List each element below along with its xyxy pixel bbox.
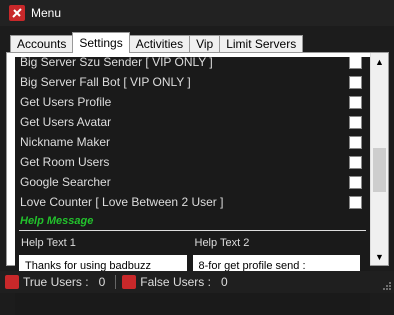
setting-label: Love Counter [ Love Between 2 User ] — [20, 195, 224, 209]
list-item: Nickname Maker — [15, 132, 370, 152]
resize-grip-icon[interactable] — [382, 281, 392, 291]
tab-vip[interactable]: Vip — [189, 35, 221, 53]
scroll-up-arrow-icon[interactable]: ▲ — [371, 53, 388, 70]
setting-checkbox[interactable] — [349, 95, 362, 109]
help-text-1-label: Help Text 1 — [21, 237, 76, 249]
tab-settings[interactable]: Settings — [72, 32, 130, 53]
setting-label: Big Server Szu Sender [ VIP ONLY ] — [20, 57, 213, 69]
tab-limit-servers[interactable]: Limit Servers — [219, 35, 304, 53]
true-users-status: True Users : 0 — [0, 275, 105, 289]
tools-icon — [9, 5, 25, 21]
false-users-icon — [122, 275, 137, 289]
setting-checkbox[interactable] — [349, 75, 362, 89]
help-text-2-label: Help Text 2 — [194, 237, 250, 249]
help-message-heading: Help Message — [20, 215, 94, 227]
setting-checkbox[interactable] — [349, 175, 362, 189]
setting-label: Get Users Profile — [20, 95, 112, 109]
window-title: Menu — [31, 6, 62, 20]
title-bar: Menu — [0, 0, 394, 26]
setting-checkbox[interactable] — [349, 155, 362, 169]
tab-activities[interactable]: Activities — [128, 35, 191, 53]
setting-label: Get Room Users — [20, 155, 110, 169]
vertical-scrollbar[interactable]: ▲ ▼ — [370, 53, 388, 265]
list-item: Big Server Fall Bot [ VIP ONLY ] — [15, 72, 370, 92]
setting-label: Nickname Maker — [20, 135, 111, 149]
scroll-thumb[interactable] — [373, 148, 386, 192]
true-users-count: 0 — [98, 275, 106, 289]
scroll-down-arrow-icon[interactable]: ▼ — [371, 248, 388, 265]
list-item: Get Users Avatar — [15, 112, 370, 132]
setting-checkbox[interactable] — [349, 195, 362, 209]
list-item: Get Room Users — [15, 152, 370, 172]
list-item: Get Users Profile — [15, 92, 370, 112]
list-item: Google Searcher — [15, 172, 370, 192]
true-users-icon — [5, 275, 19, 289]
list-item: Big Server Szu Sender [ VIP ONLY ] — [15, 57, 370, 72]
tab-accounts[interactable]: Accounts — [10, 35, 74, 53]
status-divider — [115, 275, 117, 289]
setting-checkbox[interactable] — [349, 135, 362, 149]
false-users-status: False Users : 0 — [122, 275, 228, 289]
true-users-label: True Users : — [23, 275, 89, 289]
status-bar: True Users : 0 False Users : 0 — [0, 271, 394, 293]
settings-panel: Big Server Szu Sender [ VIP ONLY ] Big S… — [6, 52, 389, 315]
settings-list: Big Server Szu Sender [ VIP ONLY ] Big S… — [15, 57, 370, 277]
false-users-count: 0 — [220, 275, 228, 289]
setting-checkbox[interactable] — [349, 57, 362, 69]
setting-label: Google Searcher — [20, 175, 111, 189]
setting-label: Get Users Avatar — [20, 115, 112, 129]
setting-label: Big Server Fall Bot [ VIP ONLY ] — [20, 75, 191, 89]
tab-strip: Accounts Settings Activities Vip Limit S… — [10, 32, 304, 53]
list-item: Love Counter [ Love Between 2 User ] — [15, 192, 370, 212]
false-users-label: False Users : — [140, 275, 211, 289]
setting-checkbox[interactable] — [349, 115, 362, 129]
